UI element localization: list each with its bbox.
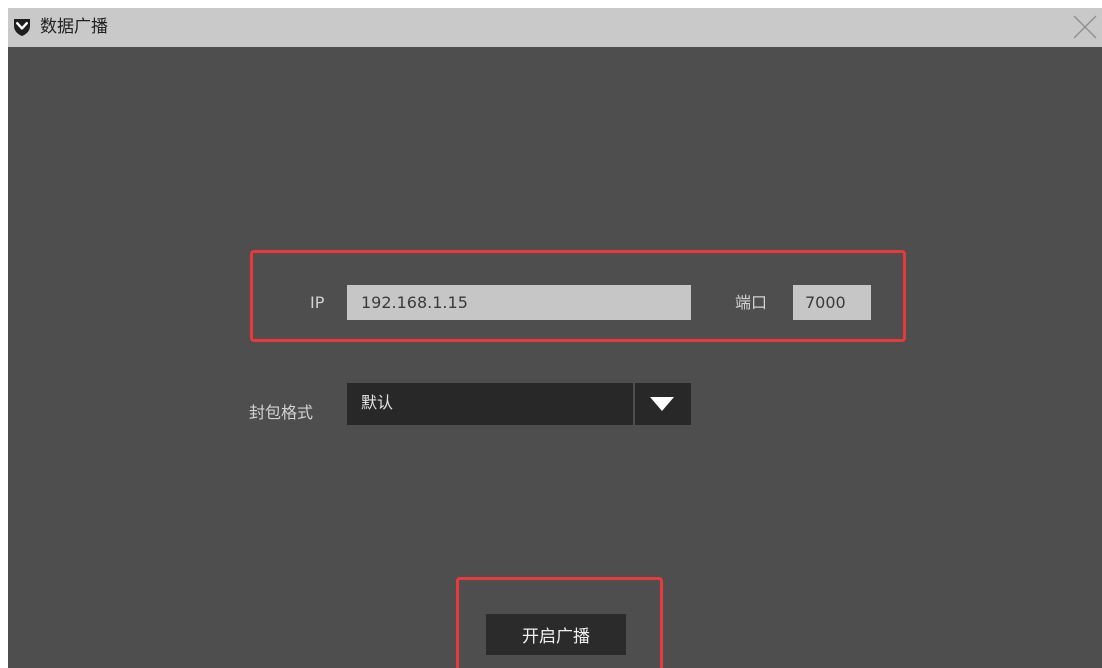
triangle-down-icon[interactable]: [649, 396, 675, 412]
format-selected-value: 默认: [361, 393, 394, 412]
format-label: 封包格式: [249, 403, 314, 422]
close-icon[interactable]: [1072, 14, 1098, 40]
select-divider: [633, 383, 635, 425]
ip-label: IP: [310, 293, 325, 312]
start-broadcast-button[interactable]: 开启广播: [486, 614, 626, 655]
port-label: 端口: [735, 293, 768, 312]
dialog-body: IP 端口 封包格式 默认 开启广播: [8, 47, 1102, 668]
shield-chevron-icon: [14, 19, 30, 36]
broadcast-dialog: 数据广播 IP 端口 封包格式 默认 开启广播: [8, 8, 1102, 668]
title-bar: 数据广播: [8, 8, 1102, 47]
format-select[interactable]: 默认: [347, 383, 691, 425]
ip-input[interactable]: [347, 285, 691, 320]
window-title: 数据广播: [40, 17, 108, 37]
port-input[interactable]: [793, 285, 871, 320]
